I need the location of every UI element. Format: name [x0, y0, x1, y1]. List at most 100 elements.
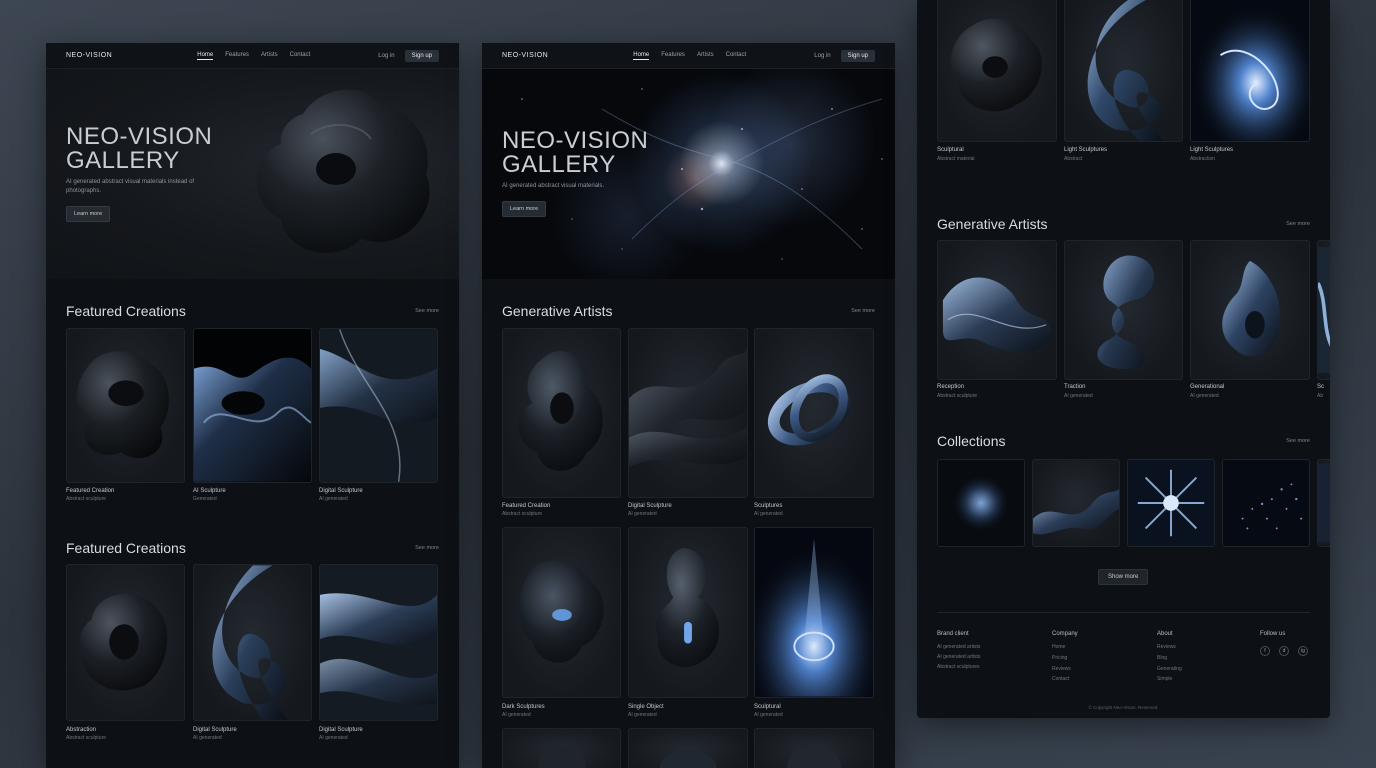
card-title: Reception — [937, 384, 965, 390]
section-title-generative-artists: Generative Artists — [937, 216, 1048, 232]
collection-card[interactable] — [1032, 459, 1120, 547]
footer-link[interactable]: Pricing — [1052, 655, 1067, 661]
nav-link-home[interactable]: Home — [633, 52, 650, 60]
footer-link[interactable]: Home — [1052, 644, 1065, 650]
nav-link-contact[interactable]: Contact — [726, 52, 747, 60]
nav-link-features[interactable]: Features — [661, 52, 685, 60]
artwork-card[interactable] — [754, 328, 874, 498]
card-subtitle: AI generated — [319, 496, 348, 502]
nav-auth: Log in Sign up — [378, 49, 439, 62]
artwork-image — [1191, 0, 1309, 141]
nav-link-contact[interactable]: Contact — [290, 52, 311, 60]
footer-link[interactable]: Generating — [1157, 666, 1182, 672]
artwork-card[interactable] — [193, 564, 312, 721]
see-more-link[interactable]: See more — [851, 308, 875, 314]
collection-card-partial[interactable] — [1317, 459, 1330, 547]
artwork-card[interactable] — [319, 564, 438, 721]
see-more-link-2[interactable]: See more — [415, 545, 439, 551]
see-more-link-1[interactable]: See more — [1286, 221, 1310, 227]
hero-section: NEO-VISION GALLERY AI generated abstract… — [482, 69, 895, 279]
footer-col-brand-heading: Brand client — [937, 631, 969, 637]
card-title: Light Sculptures — [1190, 147, 1234, 153]
hero-subtitle: AI generated abstract visual materials i… — [66, 179, 195, 194]
artwork-card[interactable] — [1190, 240, 1310, 380]
login-link[interactable]: Log in — [814, 53, 830, 59]
card-title: Featured Creation — [66, 488, 115, 494]
footer-link[interactable]: Abstract sculptures — [937, 664, 980, 670]
signup-button[interactable]: Sign up — [404, 49, 439, 62]
collection-card[interactable] — [1222, 459, 1310, 547]
collection-image — [1033, 489, 1119, 535]
collection-card[interactable] — [1127, 459, 1215, 547]
artwork-card[interactable] — [502, 328, 621, 498]
card-title: Digital Sculpture — [319, 727, 363, 733]
footer-link[interactable]: Reviews — [1157, 644, 1176, 650]
collection-image — [1241, 483, 1303, 530]
facebook-icon[interactable]: f — [1260, 646, 1270, 656]
signup-button[interactable]: Sign up — [840, 49, 875, 62]
footer-link[interactable]: Simple — [1157, 676, 1172, 682]
footer-divider — [937, 612, 1310, 613]
artwork-card[interactable] — [193, 328, 312, 483]
artwork-card[interactable] — [628, 728, 748, 768]
footer-link[interactable]: Contact — [1052, 676, 1069, 682]
nav-link-home[interactable]: Home — [197, 52, 214, 60]
footer-link[interactable]: Reviews — [1052, 666, 1071, 672]
section-title-featured-2: Featured Creations — [66, 540, 186, 556]
artwork-card[interactable] — [754, 527, 874, 698]
card-title: Featured Creation — [502, 503, 551, 509]
artwork-card-partial[interactable] — [1317, 240, 1330, 380]
artwork-card[interactable] — [937, 0, 1057, 142]
logo[interactable]: NEO-VISION — [66, 52, 112, 59]
artwork-card[interactable] — [66, 328, 185, 483]
artwork-card[interactable] — [628, 527, 748, 698]
nav-link-artists[interactable]: Artists — [697, 52, 714, 60]
artwork-card[interactable] — [1064, 240, 1183, 380]
artwork-card[interactable] — [502, 527, 621, 698]
hero-section: NEO-VISION GALLERY AI generated abstract… — [46, 69, 459, 279]
footer-link[interactable]: AI generated artists — [937, 644, 980, 650]
artwork-image — [767, 374, 851, 446]
discord-icon[interactable]: d — [1279, 646, 1289, 656]
card-subtitle: AI generated — [319, 735, 348, 741]
artwork-card[interactable] — [628, 328, 748, 498]
footer-col-about-heading: About — [1157, 631, 1173, 637]
artwork-card[interactable] — [502, 728, 621, 768]
nav-link-artists[interactable]: Artists — [261, 52, 278, 60]
nav-link-features[interactable]: Features — [225, 52, 249, 60]
see-more-link-2[interactable]: See more — [1286, 438, 1310, 444]
card-title: Single Object — [628, 704, 664, 710]
card-subtitle: Abstract material — [937, 156, 975, 162]
footer-link[interactable]: Blog — [1157, 655, 1167, 661]
card-title: Generational — [1190, 384, 1225, 390]
card-title: Sculptures — [754, 503, 783, 509]
card-title: Dark Sculptures — [502, 704, 545, 710]
card-subtitle: AI generated — [193, 735, 222, 741]
artwork-card[interactable] — [1064, 0, 1183, 142]
logo[interactable]: NEO-VISION — [502, 52, 548, 59]
hero-title: NEO-VISION GALLERY — [66, 125, 212, 173]
artwork-card[interactable] — [66, 564, 185, 721]
learn-more-button[interactable]: Learn more — [502, 201, 547, 217]
login-link[interactable]: Log in — [378, 53, 394, 59]
artwork-card[interactable] — [1190, 0, 1310, 142]
hero-title-line-2: GALLERY — [502, 151, 616, 178]
section-title-collections: Collections — [937, 433, 1006, 449]
instagram-icon[interactable]: ig — [1298, 646, 1308, 656]
learn-more-button[interactable]: Learn more — [66, 206, 111, 222]
top-nav: NEO-VISION Home Features Artists Contact… — [46, 43, 459, 69]
section-title-featured-1: Featured Creations — [66, 303, 186, 319]
show-more-button[interactable]: Show more — [1098, 569, 1149, 585]
artwork-card[interactable] — [754, 728, 874, 768]
footer-link[interactable]: AI generated artists — [937, 654, 980, 660]
artwork-card[interactable] — [937, 240, 1057, 380]
collection-card[interactable] — [937, 459, 1025, 547]
artwork-card[interactable] — [319, 328, 438, 483]
card-title: Sculptural — [937, 147, 964, 153]
artwork-image — [212, 565, 288, 720]
card-subtitle: AI generated — [628, 511, 657, 517]
top-nav: NEO-VISION Home Features Artists Contact… — [482, 43, 895, 69]
copyright-text: © Copyright Neo-Vision. Reserved. — [1088, 705, 1159, 710]
card-subtitle: Abstract sculpture — [66, 735, 107, 741]
see-more-link-1[interactable]: See more — [415, 308, 439, 314]
